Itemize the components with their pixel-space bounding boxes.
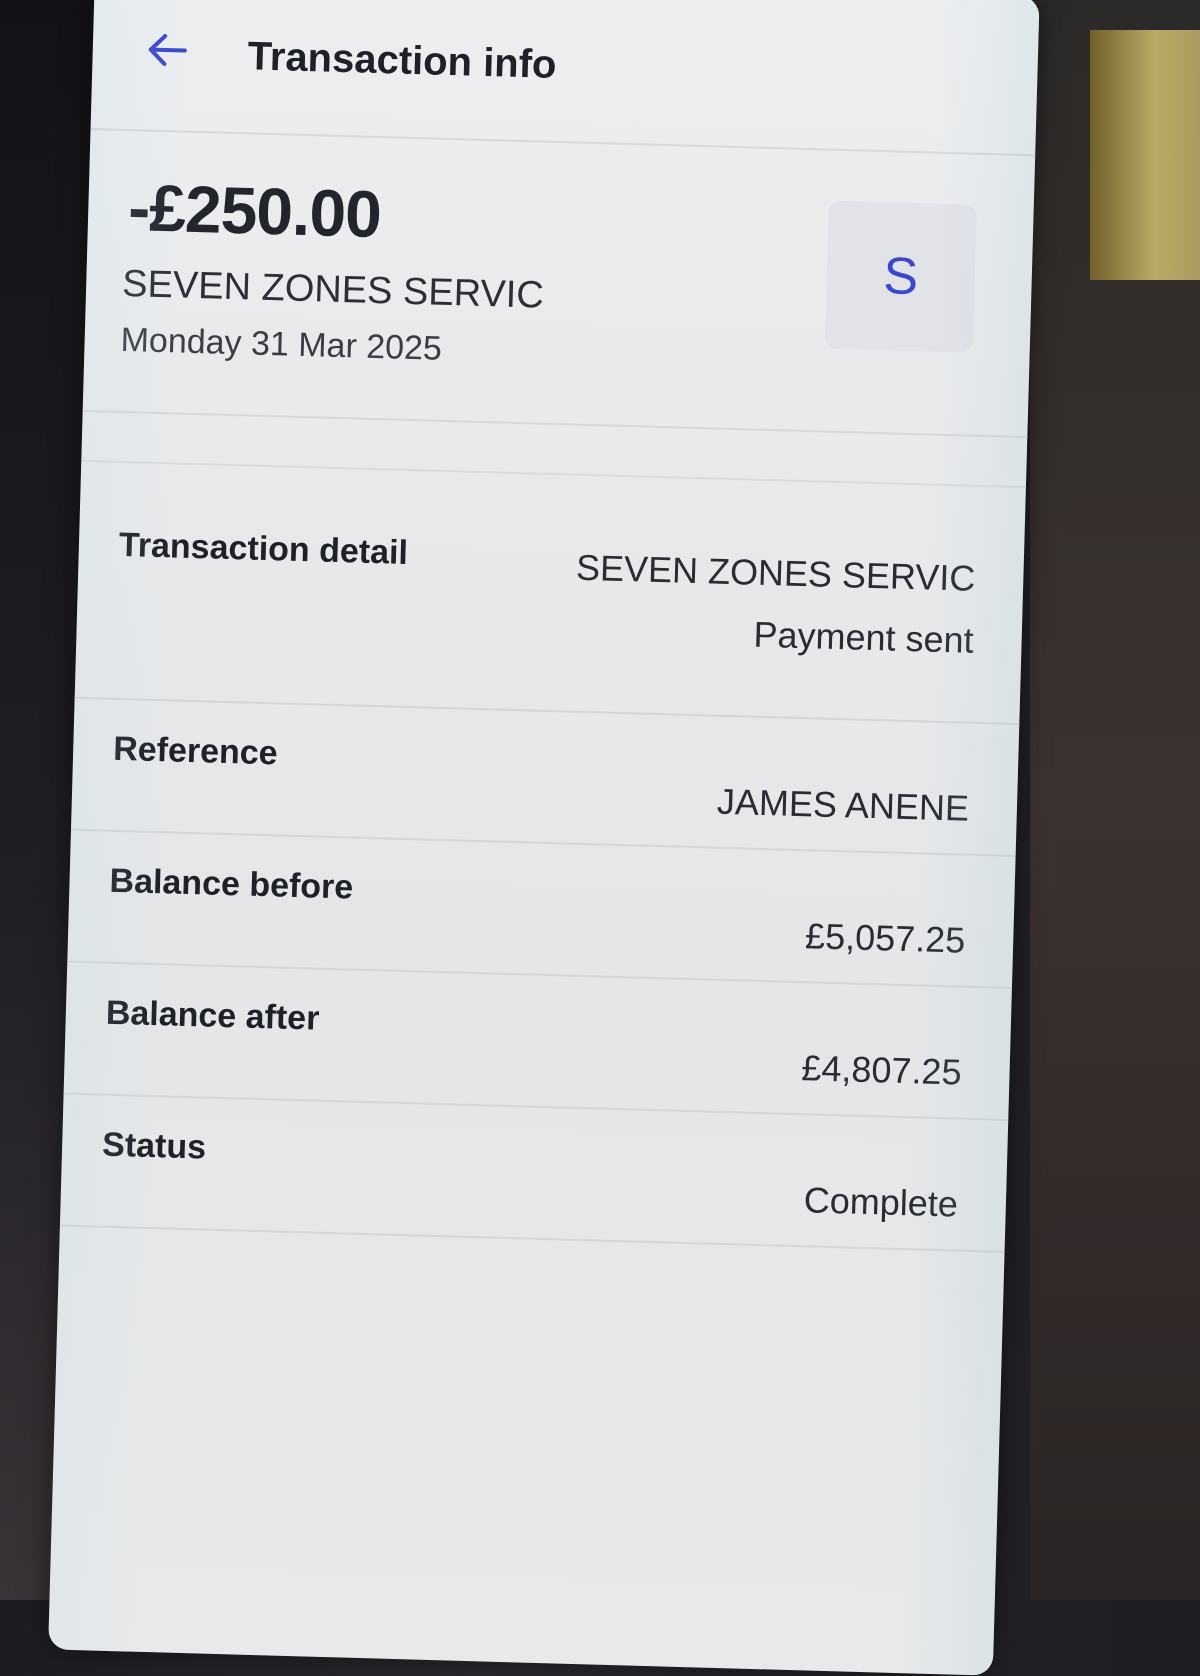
detail-value: £5,057.25 — [804, 915, 966, 961]
transaction-details-list: Transaction detail SEVEN ZONES SERVIC Pa… — [59, 494, 1025, 1253]
detail-label: Balance after — [105, 993, 320, 1038]
transaction-date: Monday 31 Mar 2025 — [120, 320, 443, 368]
detail-value-group: SEVEN ZONES SERVIC Payment sent — [574, 537, 976, 662]
detail-row-reference: Reference JAMES ANENE — [70, 698, 1020, 858]
detail-value-group: Complete — [803, 1143, 959, 1225]
detail-value-group: £4,807.25 — [801, 1011, 963, 1093]
detail-row-balance-after: Balance after £4,807.25 — [63, 962, 1012, 1121]
merchant-name: SEVEN ZONES SERVIC — [121, 262, 545, 317]
arrow-left-icon — [148, 33, 187, 66]
detail-value: SEVEN ZONES SERVIC — [575, 546, 976, 599]
detail-label: Balance before — [109, 861, 354, 907]
transaction-amount: -£250.00 — [127, 170, 382, 252]
detail-value-group: £5,057.25 — [805, 879, 967, 961]
back-button[interactable] — [140, 23, 193, 76]
detail-label: Status — [101, 1125, 207, 1167]
detail-value-group: JAMES ANENE — [716, 745, 970, 830]
detail-label: Reference — [112, 729, 279, 773]
detail-row-balance-before: Balance before £5,057.25 — [67, 830, 1016, 989]
detail-label: Transaction detail — [118, 525, 409, 572]
top-app-bar: Transaction info — [90, 0, 1039, 157]
divider — [81, 459, 1026, 489]
detail-value: £4,807.25 — [800, 1047, 963, 1093]
detail-row-transaction-detail: Transaction detail SEVEN ZONES SERVIC Pa… — [74, 494, 1025, 726]
detail-row-status: Status Complete — [59, 1094, 1009, 1253]
status-value: Complete — [803, 1179, 959, 1225]
avatar-letter: S — [882, 247, 919, 307]
detail-subvalue: Payment sent — [753, 613, 975, 661]
merchant-avatar: S — [824, 200, 977, 353]
transaction-summary: -£250.00 SEVEN ZONES SERVIC Monday 31 Ma… — [82, 129, 1036, 439]
page-title: Transaction info — [247, 34, 558, 87]
background-light — [1090, 30, 1200, 280]
phone-screen: Transaction info -£250.00 SEVEN ZONES SE… — [48, 0, 1040, 1676]
detail-value: JAMES ANENE — [716, 780, 970, 829]
